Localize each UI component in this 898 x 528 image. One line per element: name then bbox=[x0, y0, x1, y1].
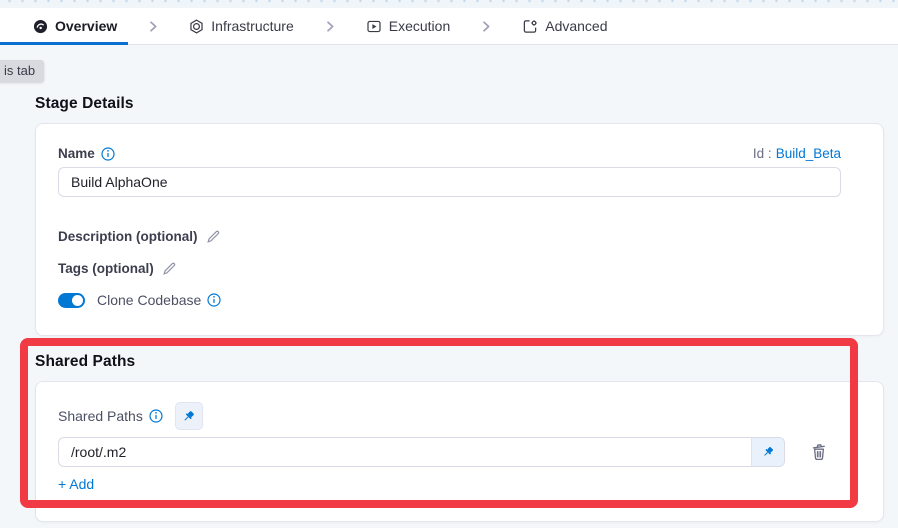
stage-name-input[interactable] bbox=[58, 167, 841, 197]
shared-path-row bbox=[58, 437, 841, 467]
shared-paths-heading: Shared Paths bbox=[35, 353, 884, 371]
shared-paths-label: Shared Paths bbox=[58, 408, 163, 424]
pipeline-canvas-strip bbox=[0, 0, 898, 8]
tab-infrastructure-label: Infrastructure bbox=[211, 18, 293, 34]
chevron-right-icon bbox=[324, 20, 336, 33]
tab-infrastructure[interactable]: Infrastructure bbox=[189, 8, 293, 44]
info-icon[interactable] bbox=[149, 409, 163, 423]
stage-tab-bar: Overview Infrastructure Execution Advanc… bbox=[0, 8, 898, 45]
add-path-button[interactable]: + Add bbox=[58, 476, 94, 492]
description-label: Description (optional) bbox=[58, 229, 198, 244]
tab-execution-label: Execution bbox=[389, 18, 450, 34]
advanced-icon bbox=[522, 19, 538, 34]
trash-icon bbox=[809, 442, 829, 462]
chevron-right-icon bbox=[480, 20, 492, 33]
info-icon[interactable] bbox=[101, 147, 115, 161]
clone-codebase-label: Clone Codebase bbox=[97, 292, 221, 308]
tooltip-fragment: is tab bbox=[0, 60, 44, 82]
info-icon[interactable] bbox=[207, 293, 221, 307]
tab-execution[interactable]: Execution bbox=[366, 8, 450, 44]
stage-overview-panel: Stage Details Name Id :Build_Beta Descri… bbox=[0, 95, 898, 522]
pin-icon bbox=[181, 409, 196, 424]
overview-icon bbox=[33, 19, 48, 34]
pencil-icon bbox=[206, 229, 221, 244]
shared-paths-card: Shared Paths bbox=[35, 381, 884, 522]
toggle-knob bbox=[72, 295, 83, 306]
stage-id-link[interactable]: Build_Beta bbox=[776, 146, 841, 161]
description-toggle[interactable]: Description (optional) bbox=[58, 229, 841, 244]
shared-path-input[interactable] bbox=[58, 437, 785, 467]
tooltip-text: is tab bbox=[4, 63, 35, 78]
input-type-pin-button[interactable] bbox=[175, 402, 203, 430]
clone-codebase-toggle[interactable] bbox=[58, 293, 85, 308]
chevron-right-icon bbox=[147, 20, 159, 33]
tab-overview[interactable]: Overview bbox=[33, 8, 117, 44]
tags-toggle[interactable]: Tags (optional) bbox=[58, 261, 841, 276]
stage-id: Id :Build_Beta bbox=[753, 146, 841, 161]
input-type-pin-button[interactable] bbox=[751, 438, 784, 466]
stage-details-card: Name Id :Build_Beta Description (optiona… bbox=[35, 123, 884, 336]
execution-icon bbox=[366, 19, 382, 34]
tab-advanced-label: Advanced bbox=[545, 18, 607, 34]
pencil-icon bbox=[162, 261, 177, 276]
tab-advanced[interactable]: Advanced bbox=[522, 8, 607, 44]
tags-label: Tags (optional) bbox=[58, 261, 154, 276]
tab-overview-label: Overview bbox=[55, 18, 117, 34]
stage-details-heading: Stage Details bbox=[35, 95, 884, 113]
pin-icon bbox=[761, 445, 775, 459]
delete-path-button[interactable] bbox=[807, 440, 831, 464]
infrastructure-icon bbox=[189, 19, 204, 34]
active-tab-underline bbox=[0, 42, 128, 45]
name-label: Name bbox=[58, 146, 115, 161]
